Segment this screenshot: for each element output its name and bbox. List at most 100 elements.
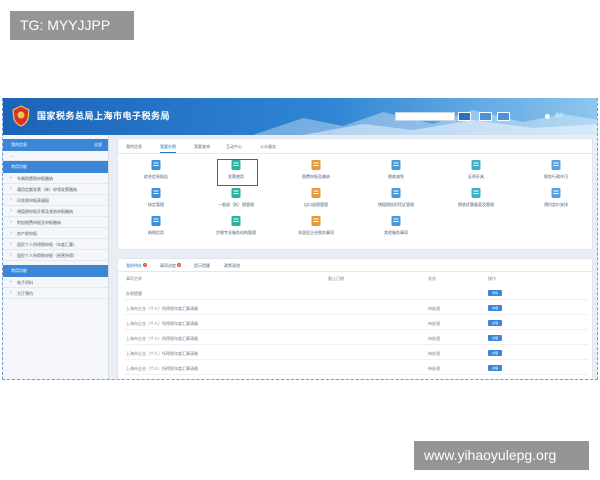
row-action-button[interactable]: 办理 [488,335,502,341]
row-name: 上海市企业（个人）所得税年度汇算清缴 [126,351,198,356]
header-button-1[interactable] [479,112,492,121]
header-search-input[interactable] [395,112,455,121]
function-preference[interactable]: 税收优惠备案及管理 [448,187,504,213]
watermark-bottom-right: www.yihaoyulepg.org [414,441,589,470]
table-row: 上海市企业（个人）所得税年度汇算清缴 待处理 办理 [124,332,588,345]
column-header: 状态 [428,276,436,281]
row-status: 待处理 [428,336,440,341]
row-name: 上海市企业（个人）所得税年度汇算清缴 [126,321,198,326]
function-nonresident[interactable]: 非居民企业税务事项 [288,215,344,241]
row-name: 上海市企业（个人）所得税年度汇算清缴 [126,306,198,311]
table-row: 上海市企业（个人）所得税年度汇算清缴 待处理 办理 [124,317,588,330]
table-row: 上海市企业（个人）所得税年度汇算清缴 待处理 办理 [124,302,588,315]
row-action-button[interactable]: 办理 [488,305,502,311]
permit-icon [551,160,561,170]
header-search-button[interactable] [458,112,471,121]
sidebar-item[interactable]: 印花税申报表填报 [3,195,108,206]
tab-query[interactable]: 我要查询 [194,144,210,150]
tab-policy[interactable]: 政策速递 [224,263,240,269]
function-export-refund[interactable]: 出口退税管理 [288,187,344,213]
tab-do-tax[interactable]: 我要办税 [160,144,176,153]
tab-reminder[interactable]: 提示提醒 [194,263,210,269]
count-badge: 4 [177,263,181,267]
tab-interaction[interactable]: 互动中心 [226,144,242,150]
function-label: 纳税信用 [148,230,164,235]
tab-label: 我的待办 [126,263,142,268]
function-tax-reduce[interactable]: 税收减免 [368,159,424,185]
tab-public-service[interactable]: 公众服务 [260,144,276,150]
sidebar-section-my-info[interactable]: 我的信息 全部 [3,139,108,151]
row-status: 待处理 [428,366,440,371]
row-action-button[interactable]: 办理 [488,350,502,356]
row-action-button[interactable]: 办理 [488,320,502,326]
user-icon[interactable] [545,114,550,119]
tab-my-info[interactable]: 我的信息 [126,144,142,150]
sidebar-item[interactable]: 通用定额发票（单）申领发票缴纳 [3,184,108,195]
sidebar-item[interactable]: 附加税费申报及申报缴纳 [3,217,108,228]
verify-icon [151,188,161,198]
sidebar-section-label: 常用功能 [11,164,27,169]
function-label: 税费申报及缴纳 [302,174,330,179]
preference-icon [471,188,481,198]
site-title: 国家税务总局上海市电子税务局 [37,112,171,122]
pricing-icon [551,188,561,198]
certificate-icon [471,160,481,170]
screenshot-frame: 国家税务总局上海市电子税务局 退出 我的信息 全部 ... 常用功能 车辆购置税… [2,98,598,380]
function-tax-declare[interactable]: 税费申报及缴纳 [288,159,344,185]
function-label: 税务行政许可 [544,174,568,179]
exit-link[interactable]: 退出 [555,112,563,118]
function-other-service[interactable]: 其他服务事项 [368,215,424,241]
function-pricing[interactable]: 预约定价安排 [528,187,584,213]
function-deduction[interactable]: 增值税抵扣凭证管理 [368,187,424,213]
function-label: 证明开具 [468,174,484,179]
table-row: 上海市企业（个人）所得税年度汇算清缴 待处理 办理 [124,362,588,375]
sidebar-item[interactable]: 大厅预约 [3,288,108,299]
page-root: TG: MYYJJPP www.yihaoyulepg.org 国家税务总局上海… [0,0,600,480]
function-label: 涉税专业服务机构管理 [216,230,256,235]
main-tabs: 我的信息 我要办税 我要查询 互动中心 公众服务 [118,139,592,154]
function-report[interactable]: 综合信息报告 [128,159,184,185]
agency-icon [231,216,241,226]
sidebar-item[interactable]: 电子资料 [3,277,108,288]
function-label: 税收减免 [388,174,404,179]
highlight-box [217,159,258,186]
export-refund-icon [311,188,321,198]
column-header: 操作 [488,276,496,281]
sidebar-item[interactable]: 车辆购置税申报缴纳 [3,173,108,184]
function-label: 综合信息报告 [144,174,168,179]
refund-icon [231,188,241,198]
sidebar-item[interactable]: 增值税申报开票及其他申报缴纳 [3,206,108,217]
sidebar-section-common[interactable]: 常用功能 [3,161,108,173]
watermark-top-left: TG: MYYJJPP [10,11,134,40]
other-service-icon [391,216,401,226]
row-action-button[interactable]: 办理 [488,365,502,371]
sidebar: 我的信息 全部 ... 常用功能 车辆购置税申报缴纳 通用定额发票（单）申领发票… [3,135,109,379]
function-label: 税收优惠备案及管理 [458,202,494,207]
sidebar-section-label: 我的信息 [11,142,27,147]
tab-label: 事项进度 [160,263,176,268]
sidebar-section-tools[interactable]: 常用功能 [3,265,108,277]
tax-declare-icon [311,160,321,170]
function-label: 出口退税管理 [304,202,328,207]
function-label: 预约定价安排 [544,202,568,207]
column-header: 截止日期 [328,276,344,281]
sidebar-item[interactable]: 居民个人所得税申报（经营所得） [3,250,108,261]
function-certificate[interactable]: 证明开具 [448,159,504,185]
function-permit[interactable]: 税务行政许可 [528,159,584,185]
function-refund[interactable]: 一般退（抵）税管理 [208,187,264,213]
header-button-2[interactable] [497,112,510,121]
function-agency[interactable]: 涉税专业服务机构管理 [208,215,264,241]
function-credit[interactable]: 纳税信用 [128,215,184,241]
sidebar-item[interactable]: 居民个人所得税申报（年度汇算） [3,239,108,250]
main-function-panel: 我的信息 我要办税 我要查询 互动中心 公众服务 综合信息报告 发票使用 税费申报及… [117,138,593,250]
sidebar-section-all-link[interactable]: 全部 [94,139,102,151]
sidebar-item[interactable]: 房产税申报 [3,228,108,239]
row-status: 待处理 [428,321,440,326]
table-row: 办税提醒 详情 [124,287,588,300]
row-action-button[interactable]: 详情 [488,290,502,296]
tab-progress[interactable]: 事项进度 4 [160,263,181,269]
row-status: 待处理 [428,351,440,356]
tax-emblem-icon [12,105,30,127]
function-verify[interactable]: 核定管理 [128,187,184,213]
function-label: 其他服务事项 [384,230,408,235]
